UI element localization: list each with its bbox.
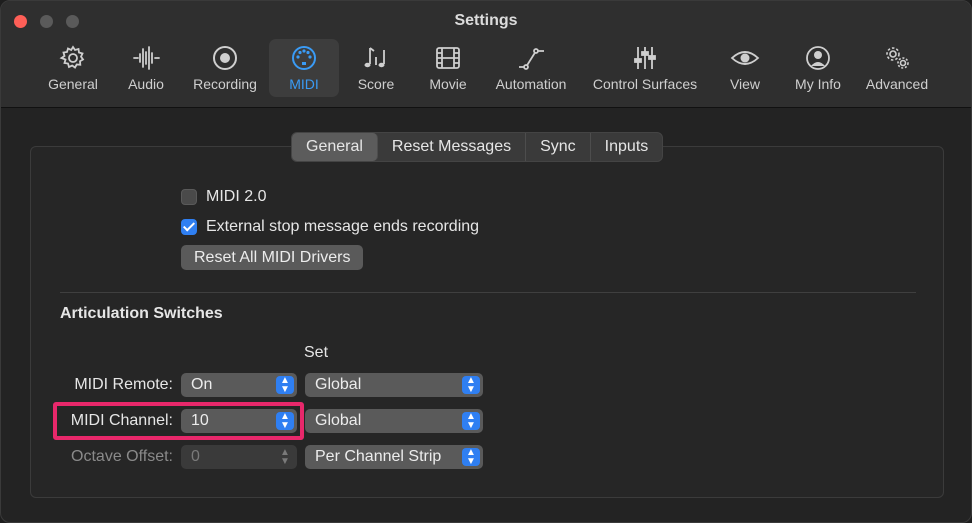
tab-inputs[interactable]: Inputs — [591, 133, 663, 161]
toolbar-label: General — [48, 76, 98, 92]
title-bar: Settings General Audio Recording MIDI Sc… — [1, 1, 971, 108]
popup-stepper-icon: ▲ ▼ — [462, 376, 480, 395]
octave-offset-popup[interactable]: 0 ▲ ▼ — [181, 445, 297, 469]
external-stop-checkbox-row[interactable]: External stop message ends recording — [181, 217, 479, 237]
music-notes-icon — [364, 47, 385, 68]
set-column-header: Set — [304, 344, 329, 361]
toolbar-label: View — [729, 76, 761, 92]
film-icon — [436, 47, 460, 69]
toolbar-item-movie[interactable]: Movie — [415, 39, 481, 97]
midi2-checkbox-row[interactable]: MIDI 2.0 — [181, 187, 266, 207]
tab-general[interactable]: General — [292, 133, 378, 161]
eye-icon — [730, 51, 760, 65]
midi-remote-value: On — [191, 376, 213, 393]
toolbar-item-control-surfaces[interactable]: Control Surfaces — [585, 39, 705, 97]
articulation-switches-title: Articulation Switches — [60, 305, 223, 322]
tab-bar: General Reset Messages Sync Inputs — [291, 132, 664, 162]
window-title: Settings — [454, 12, 518, 29]
midi-remote-set-popup[interactable]: Global ▲ ▼ — [305, 373, 483, 397]
toolbar-item-general[interactable]: General — [37, 39, 109, 97]
gear-icon — [59, 45, 85, 69]
toolbar-item-advanced[interactable]: Advanced — [859, 39, 935, 97]
tab-reset-messages[interactable]: Reset Messages — [378, 133, 527, 161]
midi-channel-set-popup[interactable]: Global ▲ ▼ — [305, 409, 483, 433]
section-divider — [60, 292, 916, 293]
faders-icon — [634, 47, 656, 69]
toolbar-label: Advanced — [865, 76, 929, 92]
toolbar-item-midi[interactable]: MIDI — [269, 39, 339, 97]
record-icon — [213, 46, 237, 70]
toolbar-label: MIDI — [289, 76, 319, 92]
toolbar-label: Control Surfaces — [592, 76, 698, 92]
midi-remote-set-value: Global — [315, 376, 362, 393]
toolbar-label: Movie — [429, 76, 467, 92]
toolbar-item-recording[interactable]: Recording — [187, 39, 263, 97]
popup-stepper-icon: ▲ ▼ — [276, 376, 294, 395]
toolbar-item-audio[interactable]: Audio — [113, 39, 179, 97]
settings-window: Settings General Audio Recording MIDI Sc… — [0, 0, 972, 523]
midi2-label: MIDI 2.0 — [206, 188, 267, 205]
popup-stepper-icon: ▲ ▼ — [462, 412, 480, 431]
octave-offset-value: 0 — [191, 448, 200, 465]
midi-channel-set-value: Global — [315, 412, 362, 429]
external-stop-checkbox[interactable] — [181, 219, 197, 235]
midi-channel-highlight — [53, 402, 304, 440]
toolbar-label: Score — [357, 76, 395, 92]
toolbar-item-score[interactable]: Score — [343, 39, 409, 97]
toolbar-label: Recording — [193, 76, 257, 92]
midi2-checkbox[interactable] — [181, 189, 197, 205]
midi-port-icon — [292, 46, 316, 70]
midi-remote-label: MIDI Remote: — [74, 376, 173, 393]
toolbar-label: My Info — [795, 76, 841, 92]
octave-offset-label: Octave Offset: — [71, 448, 173, 465]
gears-icon — [886, 47, 909, 69]
person-icon — [806, 46, 830, 70]
external-stop-label: External stop message ends recording — [206, 218, 480, 235]
waveform-icon — [133, 46, 160, 70]
popup-stepper-icon: ▲ ▼ — [462, 448, 480, 467]
settings-toolbar: General Audio Recording MIDI Score Movie… — [37, 39, 935, 99]
toolbar-label: Audio — [128, 76, 164, 92]
toolbar-label: Automation — [495, 76, 567, 92]
octave-offset-set-popup[interactable]: Per Channel Strip ▲ ▼ — [305, 445, 483, 469]
tab-sync[interactable]: Sync — [526, 133, 591, 161]
automation-curve-icon — [519, 48, 544, 70]
popup-stepper-icon: ▲ ▼ — [280, 447, 290, 467]
reset-midi-drivers-button[interactable]: Reset All MIDI Drivers — [181, 245, 364, 270]
octave-offset-set-value: Per Channel Strip — [315, 448, 442, 465]
toolbar-item-automation[interactable]: Automation — [489, 39, 573, 97]
toolbar-item-view[interactable]: View — [713, 39, 777, 97]
toolbar-item-my-info[interactable]: My Info — [783, 39, 853, 97]
midi-remote-popup[interactable]: On ▲ ▼ — [181, 373, 297, 397]
